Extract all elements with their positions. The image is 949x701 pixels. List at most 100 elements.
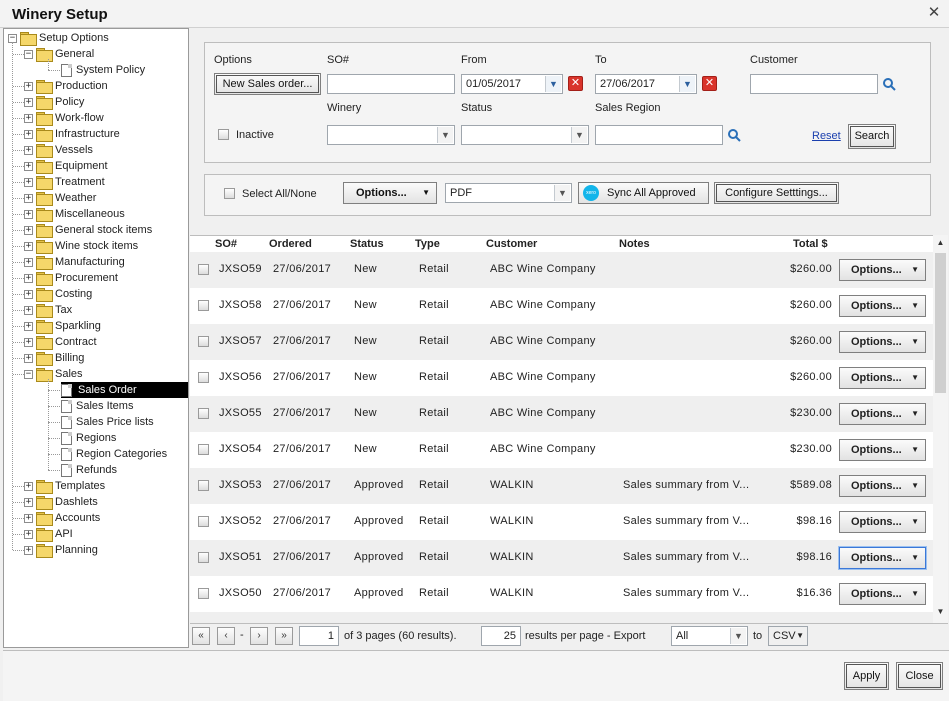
tree-item-contract[interactable]: + Contract [24,334,97,350]
so-number[interactable]: JXSO53 [219,479,262,491]
export-format-select[interactable]: PDF ▼ [445,183,572,203]
scroll-down-icon[interactable]: ▼ [935,607,946,619]
expand-icon[interactable]: + [24,97,33,107]
tree-item-accounts[interactable]: + Accounts [24,510,100,526]
row-options-button[interactable]: Options... ▼ [839,583,926,605]
tree-item-sparkling[interactable]: + Sparkling [24,318,101,334]
tree-item-procurement[interactable]: + Procurement [24,270,118,286]
chevron-down-icon[interactable]: ▼ [571,127,587,143]
row-options-button[interactable]: Options... ▼ [839,511,926,533]
tree-item-refunds[interactable]: Refunds [61,462,117,478]
table-row[interactable]: JXSO54 27/06/2017 New Retail ABC Wine Compan… [190,432,933,468]
row-checkbox[interactable] [198,588,209,599]
tree-item-sales-items[interactable]: Sales Items [61,398,133,414]
row-checkbox[interactable] [198,372,209,383]
col-total[interactable]: Total $ [793,238,828,250]
table-row[interactable]: JXSO56 27/06/2017 New Retail ABC Wine Compan… [190,360,933,396]
winery-select[interactable]: ▼ [327,125,455,145]
collapse-icon[interactable]: − [24,49,33,59]
chevron-down-icon[interactable]: ▼ [545,76,561,92]
next-page-icon[interactable]: › [250,627,268,645]
status-select[interactable]: ▼ [461,125,589,145]
close-window-icon[interactable]: ✕ [927,5,941,20]
so-number[interactable]: JXSO57 [219,335,262,347]
scroll-thumb[interactable] [935,253,946,393]
col-type[interactable]: Type [415,238,440,250]
so-number[interactable]: JXSO50 [219,587,262,599]
expand-icon[interactable]: + [24,529,33,539]
customer-search-icon[interactable] [882,77,896,91]
region-search-icon[interactable] [727,128,741,142]
row-options-button[interactable]: Options... ▼ [839,295,926,317]
grid-scrollbar[interactable]: ▲ ▼ [933,235,948,623]
row-options-button[interactable]: Options... ▼ [839,547,926,569]
tree-item-policy[interactable]: + Policy [24,94,84,110]
table-row[interactable]: JXSO55 27/06/2017 New Retail ABC Wine Compan… [190,396,933,432]
row-checkbox[interactable] [198,552,209,563]
tree-item-general[interactable]: − General [24,46,94,62]
row-checkbox[interactable] [198,336,209,347]
bulk-options-button[interactable]: Options... ▼ [343,182,437,204]
so-number[interactable]: JXSO58 [219,299,262,311]
so-number[interactable]: JXSO51 [219,551,262,563]
export-scope-select[interactable]: All ▼ [671,626,748,646]
tree-item-regions[interactable]: Regions [61,430,116,446]
clear-to-icon[interactable]: ✕ [702,76,717,91]
so-input[interactable] [327,74,455,94]
configure-settings-button[interactable]: Configure Setttings... [714,182,839,204]
tree-root[interactable]: − Setup Options [8,30,109,46]
chevron-down-icon[interactable]: ▼ [437,127,453,143]
tree-item-planning[interactable]: + Planning [24,542,98,558]
expand-icon[interactable]: + [24,241,33,251]
row-checkbox[interactable] [198,516,209,527]
row-options-button[interactable]: Options... ▼ [839,403,926,425]
expand-icon[interactable]: + [24,513,33,523]
table-row[interactable]: JXSO58 27/06/2017 New Retail ABC Wine Compan… [190,288,933,324]
so-number[interactable]: JXSO54 [219,443,262,455]
tree-item-miscellaneous[interactable]: + Miscellaneous [24,206,125,222]
close-button[interactable]: Close [896,662,943,690]
first-page-icon[interactable]: « [192,627,210,645]
scroll-up-icon[interactable]: ▲ [935,238,946,250]
row-checkbox[interactable] [198,264,209,275]
reset-link[interactable]: Reset [812,130,841,142]
chevron-down-icon[interactable]: ▼ [679,76,695,92]
from-date-input[interactable]: 01/05/2017 ▼ [461,74,563,94]
expand-icon[interactable]: + [24,481,33,491]
tree-item-general-stock-items[interactable]: + General stock items [24,222,152,238]
col-status[interactable]: Status [350,238,384,250]
expand-icon[interactable]: + [24,161,33,171]
col-so[interactable]: SO# [215,238,237,250]
sales-region-input[interactable] [595,125,723,145]
expand-icon[interactable]: + [24,81,33,91]
apply-button[interactable]: Apply [844,662,889,690]
prev-page-icon[interactable]: ‹ [217,627,235,645]
expand-icon[interactable]: + [24,321,33,331]
table-row[interactable]: JXSO53 27/06/2017 Approved Retail WALKIN Sale… [190,468,933,504]
expand-icon[interactable]: + [24,497,33,507]
tree-item-region-categories[interactable]: Region Categories [61,446,167,462]
tree-item-sales-price-lists[interactable]: Sales Price lists [61,414,154,430]
row-options-button[interactable]: Options... ▼ [839,259,926,281]
row-checkbox[interactable] [198,408,209,419]
so-number[interactable]: JXSO52 [219,515,262,527]
table-row[interactable]: JXSO57 27/06/2017 New Retail ABC Wine Compan… [190,324,933,360]
search-button[interactable]: Search [848,124,896,149]
export-format-csv-select[interactable]: CSV ▼ [768,626,808,646]
to-date-input[interactable]: 27/06/2017 ▼ [595,74,697,94]
row-checkbox[interactable] [198,480,209,491]
so-number[interactable]: JXSO55 [219,407,262,419]
col-ordered[interactable]: Ordered [269,238,312,250]
customer-input[interactable] [750,74,878,94]
tree-item-api[interactable]: + API [24,526,73,542]
tree-item-infrastructure[interactable]: + Infrastructure [24,126,120,142]
sync-all-approved-button[interactable]: xero Sync All Approved [578,182,709,204]
expand-icon[interactable]: + [24,113,33,123]
chevron-down-icon[interactable]: ▼ [554,185,570,201]
chevron-down-icon[interactable]: ▼ [730,628,746,644]
per-page-input[interactable]: 25 [481,626,521,646]
tree-item-templates[interactable]: + Templates [24,478,105,494]
expand-icon[interactable]: + [24,545,33,555]
row-options-button[interactable]: Options... ▼ [839,475,926,497]
inactive-checkbox[interactable] [218,129,229,140]
